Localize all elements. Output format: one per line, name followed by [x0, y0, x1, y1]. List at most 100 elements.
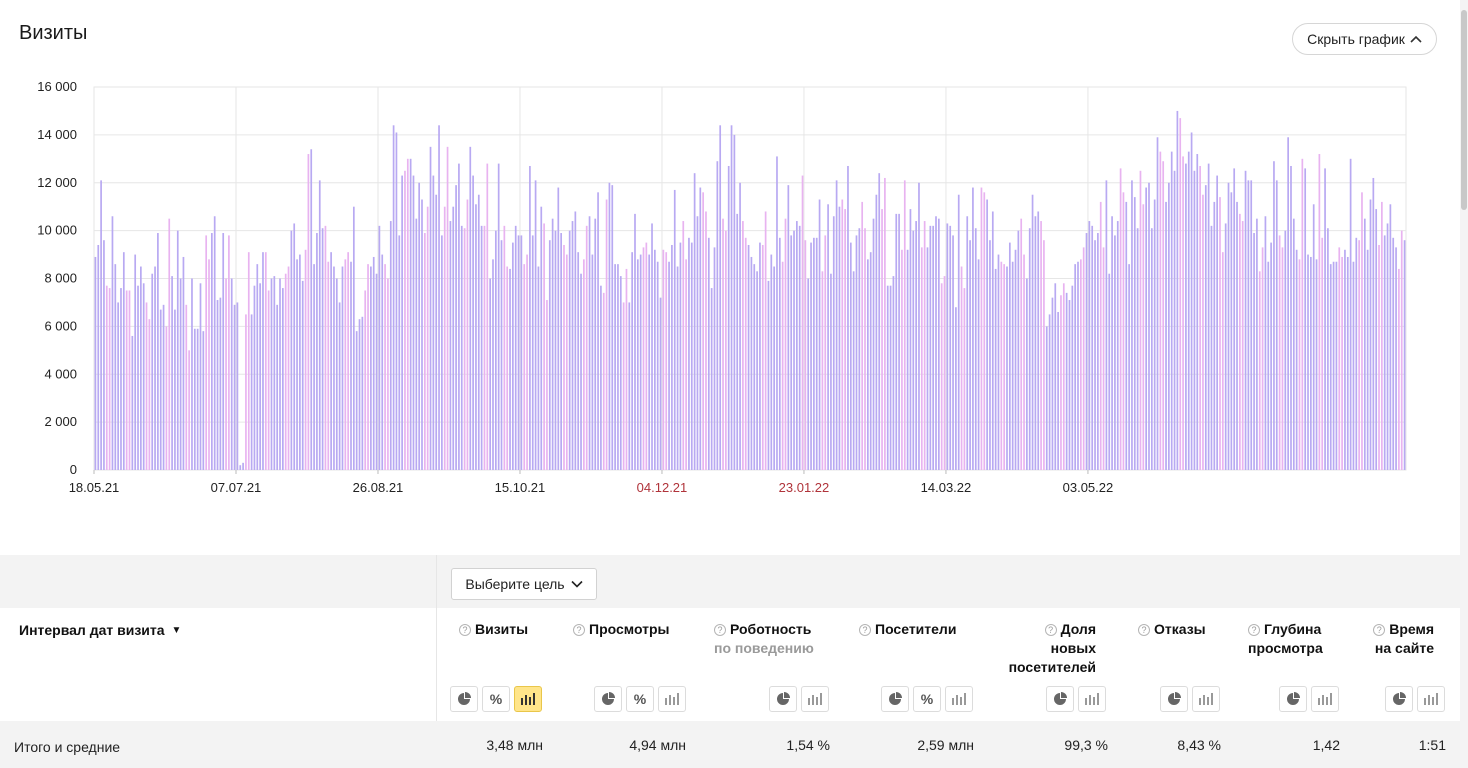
- bar: [1244, 170, 1247, 470]
- bars-button[interactable]: [1192, 686, 1220, 712]
- bar: [1040, 221, 1042, 470]
- bar: [994, 268, 997, 470]
- help-icon[interactable]: ?: [859, 624, 871, 636]
- bar: [713, 247, 716, 470]
- bar: [460, 225, 463, 470]
- bar: [730, 125, 733, 471]
- bar: [849, 242, 852, 470]
- bars-button[interactable]: [658, 686, 686, 712]
- pie-chart-button[interactable]: [594, 686, 622, 712]
- bar: [753, 264, 756, 470]
- pie-chart-button[interactable]: [769, 686, 797, 712]
- bar: [449, 221, 452, 470]
- bar: [1284, 230, 1287, 471]
- bar: [475, 204, 477, 471]
- x-tick-label: 07.07.21: [211, 480, 262, 495]
- bar: [619, 276, 622, 470]
- bar: [486, 163, 489, 470]
- bar: [171, 276, 173, 470]
- percent-button[interactable]: %: [913, 686, 941, 712]
- bar: [1346, 256, 1349, 470]
- bar: [134, 254, 137, 470]
- bar: [1088, 221, 1091, 470]
- bar: [565, 254, 568, 470]
- bars-button[interactable]: [1417, 686, 1445, 712]
- bar: [426, 206, 429, 470]
- bar: [651, 223, 653, 470]
- x-tick-label: 04.12.21: [637, 480, 688, 495]
- bar: [969, 240, 971, 470]
- bar: [1077, 261, 1079, 470]
- y-tick-label: 6 000: [44, 318, 77, 333]
- help-icon[interactable]: ?: [1248, 624, 1260, 636]
- pie-chart-button[interactable]: [881, 686, 909, 712]
- bar: [960, 266, 963, 470]
- pie-chart-button[interactable]: [450, 686, 478, 712]
- metric-header-users[interactable]: ? Посетители: [859, 620, 979, 639]
- total-users: 2,59 млн: [917, 737, 974, 753]
- bar: [1341, 256, 1343, 470]
- pie-chart-button[interactable]: [1385, 686, 1413, 712]
- bar: [509, 268, 511, 470]
- report-table: Выберите цель Интервал дат визита ▼ ? Виз…: [0, 555, 1460, 768]
- pie-chart-button[interactable]: [1046, 686, 1074, 712]
- pie-chart-button[interactable]: [1160, 686, 1188, 712]
- help-icon[interactable]: ?: [714, 624, 726, 636]
- percent-button[interactable]: %: [626, 686, 654, 712]
- dimension-header[interactable]: Интервал дат визита ▼: [19, 622, 181, 638]
- help-icon[interactable]: ?: [459, 624, 471, 636]
- bars-button[interactable]: [514, 686, 542, 712]
- bar: [673, 189, 676, 470]
- bar: [989, 240, 991, 470]
- bars-button[interactable]: [945, 686, 973, 712]
- bar: [1392, 237, 1395, 470]
- scrollbar-thumb[interactable]: [1461, 10, 1467, 210]
- metric-header-bounce[interactable]: ? Отказы: [1138, 620, 1228, 639]
- bar: [892, 276, 895, 470]
- bar: [1386, 223, 1389, 470]
- bar: [1327, 228, 1329, 470]
- bar: [205, 235, 208, 470]
- bars-button[interactable]: [801, 686, 829, 712]
- metric-header-new-users[interactable]: ? Доля новых посетителей: [1000, 620, 1096, 677]
- bars-button[interactable]: [1078, 686, 1106, 712]
- visits-view-buttons: %: [450, 686, 542, 712]
- metric-header-pageviews[interactable]: ? Просмотры: [573, 620, 693, 639]
- help-icon[interactable]: ?: [1044, 624, 1057, 636]
- bar: [920, 247, 923, 470]
- bar: [245, 314, 247, 470]
- bar: [1193, 170, 1196, 470]
- bars-button[interactable]: [1311, 686, 1339, 712]
- bar-chart-icon: [1199, 693, 1213, 705]
- bar: [1156, 137, 1159, 470]
- bar: [1307, 254, 1309, 470]
- bar: [1097, 233, 1099, 470]
- bar: [211, 233, 213, 470]
- y-tick-label: 4 000: [44, 366, 77, 381]
- bar: [991, 211, 994, 470]
- metric-header-time[interactable]: ? Время на сайте: [1364, 620, 1434, 658]
- metric-header-depth[interactable]: ? Глубина просмотра: [1248, 620, 1344, 658]
- pie-icon: [1393, 692, 1406, 705]
- pie-chart-button[interactable]: [1279, 686, 1307, 712]
- bar: [898, 213, 900, 470]
- help-icon[interactable]: ?: [1373, 624, 1386, 636]
- goal-select[interactable]: Выберите цель: [451, 568, 597, 600]
- bar: [401, 175, 403, 470]
- percent-icon: %: [489, 691, 503, 707]
- bar: [500, 240, 503, 470]
- y-tick-label: 10 000: [37, 223, 77, 238]
- bar: [250, 314, 253, 470]
- bar: [1400, 230, 1403, 471]
- help-icon[interactable]: ?: [1138, 624, 1150, 636]
- bar: [344, 259, 347, 470]
- bar: [228, 235, 230, 470]
- total-depth: 1,42: [1312, 737, 1340, 753]
- help-icon[interactable]: ?: [573, 624, 585, 636]
- bar: [1094, 240, 1096, 470]
- metric-header-visits[interactable]: ? Визиты: [459, 620, 549, 639]
- bar: [446, 146, 449, 470]
- percent-button[interactable]: %: [482, 686, 510, 712]
- metric-header-robotness[interactable]: ? Роботность по поведению: [714, 620, 844, 658]
- bar: [324, 225, 327, 470]
